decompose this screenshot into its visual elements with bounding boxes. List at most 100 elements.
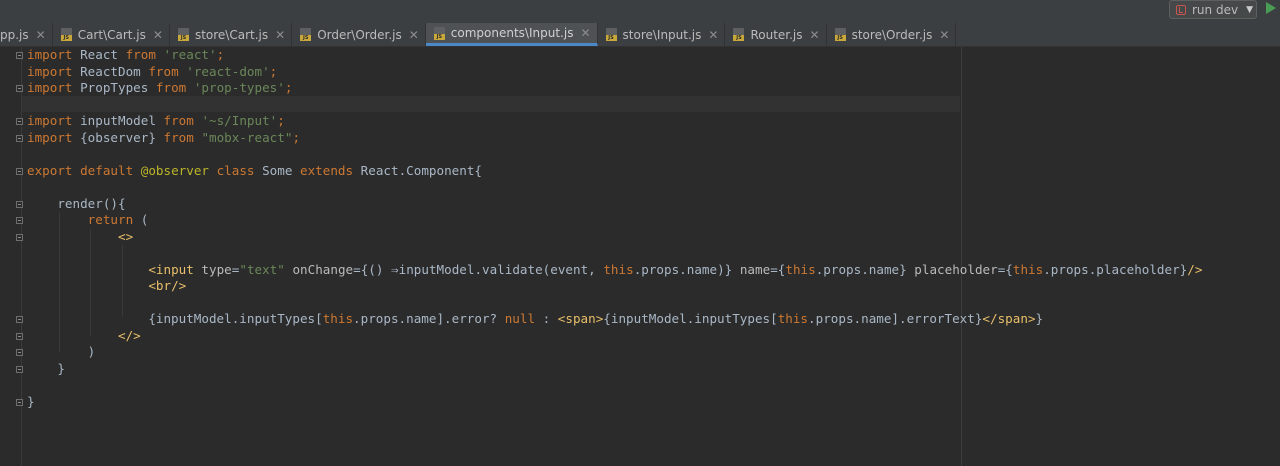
fold-marker-icon[interactable]: [16, 167, 23, 175]
code-token: from: [155, 80, 187, 95]
code-token: 'react': [163, 47, 217, 62]
code-token: from: [163, 129, 194, 145]
close-icon[interactable]: ✕: [580, 26, 590, 40]
fold-marker-icon[interactable]: [16, 365, 23, 373]
code-token: type: [201, 261, 232, 277]
editor-tab[interactable]: components\Input.js ✕: [425, 23, 598, 46]
fold-marker-icon[interactable]: [16, 52, 23, 59]
editor-tab[interactable]: Router.js ✕: [725, 23, 827, 46]
code-line: render(){: [27, 196, 1202, 213]
npm-config-icon: [1176, 4, 1186, 15]
close-icon[interactable]: ✕: [409, 28, 419, 42]
editor-tab[interactable]: Order\Order.js ✕: [292, 23, 426, 46]
fold-marker-icon[interactable]: [16, 316, 23, 323]
javascript-file-icon: [834, 28, 846, 41]
code-token: ={() ⇒inputModel.validate(event,: [353, 261, 604, 277]
editor-tab[interactable]: pp.js ✕: [0, 23, 53, 46]
code-token: from: [163, 113, 194, 128]
javascript-file-icon: [300, 28, 312, 41]
javascript-file-icon: [733, 28, 745, 41]
code-token: this: [322, 311, 354, 326]
fold-marker-icon[interactable]: [16, 217, 23, 224]
code-editor[interactable]: import React from 'react'; import ReactDo…: [27, 47, 1202, 410]
code-token: this: [777, 311, 809, 326]
code-token: '~s/Input': [201, 113, 278, 128]
code-line: import {observer} from "mobx-react";: [27, 130, 1202, 147]
fold-marker-icon[interactable]: [16, 349, 23, 356]
code-token: extends: [300, 162, 354, 178]
fold-marker-icon[interactable]: [16, 118, 23, 125]
code-token: {inputModel.inputTypes[: [27, 311, 323, 326]
editor-tab-label: store\Input.js: [622, 27, 702, 42]
editor-tab[interactable]: store\Input.js ✕: [598, 23, 726, 46]
run-icon[interactable]: [1266, 2, 1276, 14]
code-token: .props.placeholder}: [1043, 261, 1188, 277]
code-token: this: [603, 261, 634, 277]
code-token: "mobx-react": [201, 129, 293, 145]
editor-tab[interactable]: Cart\Cart.js ✕: [53, 23, 170, 46]
fold-marker-icon[interactable]: [16, 85, 23, 92]
editor-tab-label: Router.js: [750, 27, 803, 42]
javascript-file-icon: [605, 28, 617, 41]
fold-marker-icon[interactable]: [16, 134, 23, 142]
run-configuration-dropdown[interactable]: run dev ▼: [1169, 0, 1257, 19]
close-icon[interactable]: ✕: [810, 28, 820, 42]
code-token: <br/>: [148, 278, 187, 293]
editor-tab[interactable]: store\Order.js ✕: [827, 23, 957, 46]
code-token: {inputModel.inputTypes[: [603, 311, 778, 326]
close-icon[interactable]: ✕: [275, 28, 285, 42]
editor-gutter: [0, 47, 23, 466]
code-token: render(){: [27, 195, 126, 211]
code-token: </span>: [982, 311, 1036, 326]
code-token: React.Component{: [353, 162, 482, 178]
code-line: <input type="text" onChange={() ⇒inputMo…: [27, 262, 1202, 279]
editor-tab-label: Order\Order.js: [317, 27, 402, 42]
code-line: <br/>: [27, 278, 1202, 295]
code-token: ={: [770, 261, 786, 277]
code-token: .props.name].errorText}: [808, 311, 983, 326]
code-line: }: [27, 394, 1202, 411]
code-token: this: [785, 261, 816, 277]
close-icon[interactable]: ✕: [708, 28, 718, 42]
code-token: ): [27, 344, 96, 359]
code-token: import: [27, 63, 73, 79]
code-token: }: [27, 360, 65, 376]
fold-marker-icon[interactable]: [16, 200, 23, 208]
code-line: <>: [27, 229, 1202, 246]
code-token: name: [739, 261, 771, 277]
code-token: from: [125, 47, 156, 62]
javascript-file-icon: [177, 28, 189, 41]
fold-marker-icon[interactable]: [16, 332, 23, 340]
code-token: onChange: [292, 261, 354, 277]
code-token: from: [148, 63, 179, 79]
code-token: ;: [277, 113, 285, 128]
code-token: .props.name)}: [633, 261, 740, 277]
code-token: </>: [118, 327, 141, 343]
code-token: 'react-dom': [186, 63, 270, 79]
code-line: export default @observer class Some exte…: [27, 163, 1202, 180]
code-line: </>: [27, 328, 1202, 345]
close-icon[interactable]: ✕: [939, 28, 949, 42]
editor-tab[interactable]: store\Cart.js ✕: [170, 23, 293, 46]
editor-tab-label: pp.js: [0, 27, 29, 42]
code-token: PropTypes: [72, 80, 156, 95]
code-token: :: [535, 311, 558, 326]
fold-marker-icon[interactable]: [16, 233, 23, 241]
code-line: {inputModel.inputTypes[this.props.name].…: [27, 311, 1202, 328]
fold-marker-icon[interactable]: [16, 398, 23, 406]
code-line: import inputModel from '~s/Input';: [27, 113, 1202, 130]
close-icon[interactable]: ✕: [36, 28, 46, 42]
code-token: />: [1187, 261, 1203, 277]
close-icon[interactable]: ✕: [153, 28, 163, 42]
code-token: <input: [148, 261, 194, 277]
code-token: "text": [239, 261, 285, 277]
code-token: ;: [292, 129, 301, 145]
